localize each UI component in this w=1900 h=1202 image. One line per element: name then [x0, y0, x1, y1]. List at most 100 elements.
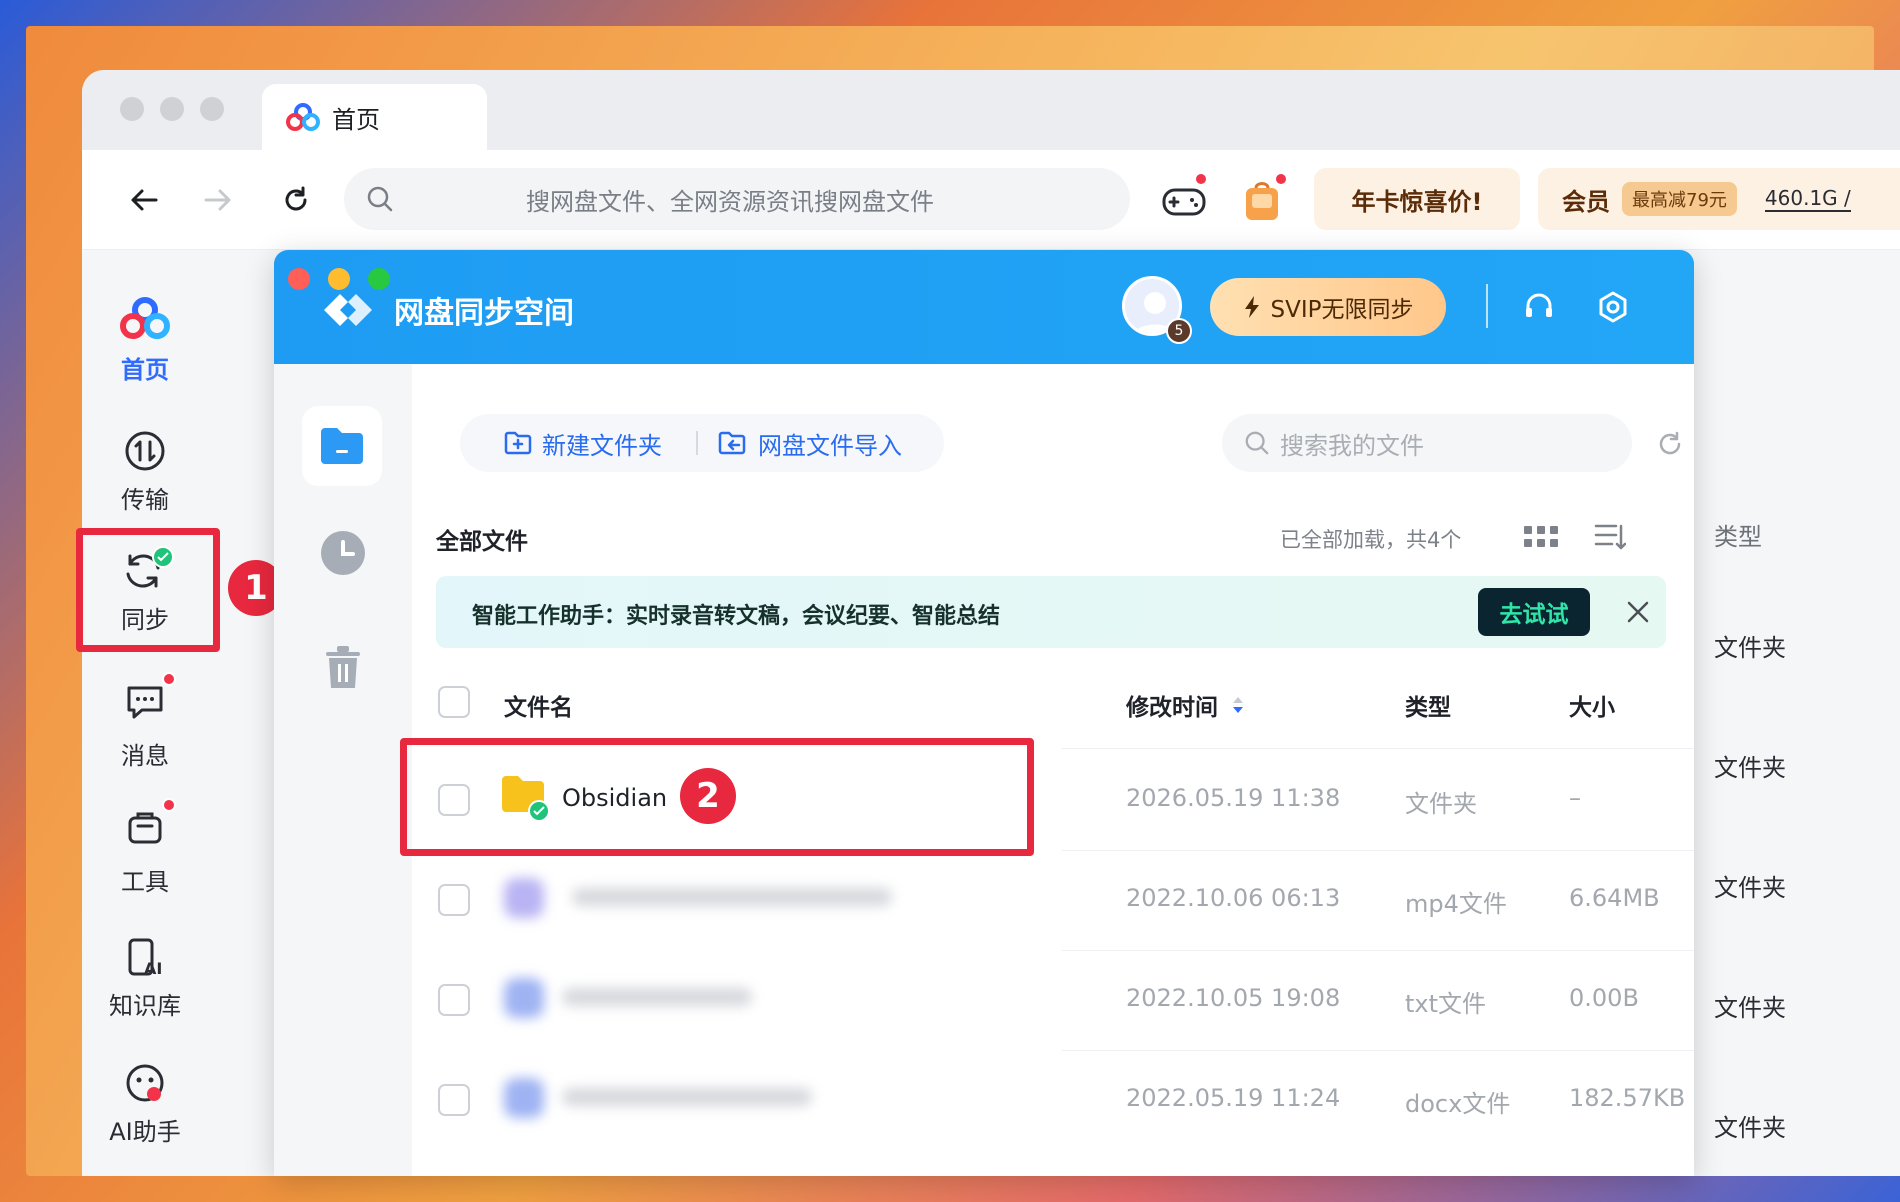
- gift-button[interactable]: [1234, 172, 1290, 228]
- load-status: 已全部加载，共4个: [1280, 528, 1462, 552]
- clock-icon: [321, 531, 365, 575]
- main-sidebar: 首页 传输 同步 消息 工具 AI 知识库 AI助手: [82, 250, 208, 1176]
- browser-toolbar: 搜网盘文件、全网资源资讯搜网盘文件 年卡惊喜价! 会员 最高减79元 460.1…: [82, 150, 1900, 250]
- blurred-file-name: [562, 988, 752, 1006]
- file-search-input[interactable]: 搜索我的文件: [1222, 414, 1632, 472]
- notification-dot: [1194, 172, 1208, 186]
- sidebar-item-label: 工具: [121, 868, 169, 896]
- column-modified[interactable]: 修改时间: [1126, 688, 1244, 722]
- file-type: 文件夹: [1405, 790, 1477, 818]
- forward-button[interactable]: [200, 182, 236, 218]
- new-folder-label: 新建文件夹: [542, 431, 662, 460]
- file-type: mp4文件: [1405, 890, 1507, 918]
- row-checkbox[interactable]: [438, 1084, 470, 1116]
- sidebar-item-knowledge[interactable]: AI 知识库: [82, 936, 208, 1021]
- sync-logo-icon: [324, 294, 372, 326]
- window-zoom-button[interactable]: [200, 97, 224, 121]
- global-search-input[interactable]: 搜网盘文件、全网资源资讯搜网盘文件: [344, 168, 1130, 230]
- assistant-banner: 智能工作助手：实时录音转文稿，会议纪要、智能总结 去试试: [436, 576, 1666, 648]
- file-type: txt文件: [1405, 990, 1487, 1018]
- action-bar: 新建文件夹 网盘文件导入: [460, 414, 944, 472]
- trash-icon: [326, 646, 360, 688]
- cloud-logo-icon: [120, 297, 170, 339]
- new-folder-button[interactable]: 新建文件夹: [504, 426, 662, 461]
- new-folder-icon: [504, 431, 532, 455]
- game-button[interactable]: [1156, 172, 1212, 228]
- toolbox-icon: [128, 812, 162, 844]
- table-row[interactable]: 2022.05.19 11:24 docx文件 182.57KB: [412, 1050, 1694, 1150]
- blurred-file-name: [572, 888, 892, 906]
- sort-icon[interactable]: [1594, 522, 1626, 552]
- svg-text:AI: AI: [144, 959, 162, 978]
- table-row[interactable]: 2022.10.06 06:13 mp4文件 6.64MB: [412, 850, 1694, 950]
- sidebar-item-ai-assistant[interactable]: AI助手: [82, 1062, 208, 1147]
- file-size: 182.57KB: [1569, 1084, 1686, 1112]
- annual-promo-label: 年卡惊喜价!: [1351, 187, 1483, 216]
- rail-files-button[interactable]: [302, 406, 382, 486]
- file-modified: 2026.05.19 11:38: [1126, 784, 1341, 812]
- row-checkbox[interactable]: [438, 884, 470, 916]
- tab-title: 首页: [332, 105, 380, 134]
- rail-trash-button[interactable]: [322, 644, 364, 694]
- annotation-number: 2: [680, 768, 736, 824]
- back-button[interactable]: [126, 182, 162, 218]
- search-icon: [1245, 431, 1269, 455]
- table-header: 文件名 修改时间 类型 大小: [412, 664, 1694, 744]
- table-row[interactable]: 2022.10.05 19:08 txt文件 0.00B: [412, 950, 1694, 1050]
- sync-minimize-button[interactable]: [328, 268, 350, 290]
- window-close-button[interactable]: [120, 97, 144, 121]
- column-size[interactable]: 大小: [1569, 688, 1615, 722]
- message-icon: [127, 686, 163, 719]
- svip-button[interactable]: SVIP无限同步: [1210, 278, 1446, 336]
- column-name[interactable]: 文件名: [504, 688, 573, 722]
- sidebar-item-tools[interactable]: 工具: [82, 798, 208, 897]
- try-button[interactable]: 去试试: [1478, 588, 1590, 636]
- vip-promo-button[interactable]: 会员 最高减79元 460.1G /: [1538, 168, 1900, 230]
- file-search-placeholder: 搜索我的文件: [1280, 431, 1424, 460]
- file-type: docx文件: [1405, 1090, 1511, 1118]
- blurred-file-icon: [504, 978, 544, 1018]
- notification-dot: [1274, 172, 1288, 186]
- refresh-icon: [285, 186, 307, 211]
- right-column-type: 文件夹: [1714, 874, 1786, 902]
- search-placeholder: 搜网盘文件、全网资源资讯搜网盘文件: [526, 187, 934, 216]
- header-divider: [1486, 284, 1488, 328]
- file-modified: 2022.10.06 06:13: [1126, 884, 1341, 912]
- sync-zoom-button[interactable]: [368, 268, 390, 290]
- notification-dot: [162, 798, 176, 812]
- headset-icon[interactable]: [1522, 290, 1556, 324]
- settings-icon[interactable]: [1596, 290, 1630, 324]
- reload-button[interactable]: [278, 182, 314, 218]
- sidebar-item-label: 首页: [121, 356, 169, 384]
- notification-dot: [162, 672, 176, 686]
- sidebar-item-messages[interactable]: 消息: [82, 672, 208, 771]
- row-checkbox[interactable]: [438, 984, 470, 1016]
- grid-view-icon[interactable]: [1524, 524, 1558, 550]
- rail-recent-button[interactable]: [320, 530, 366, 580]
- action-divider: [696, 431, 698, 455]
- tab-home[interactable]: 首页: [262, 84, 487, 150]
- sidebar-item-transfer[interactable]: 传输: [82, 430, 208, 515]
- select-all-checkbox[interactable]: [438, 686, 470, 718]
- window-minimize-button[interactable]: [160, 97, 184, 121]
- import-icon: [718, 431, 746, 455]
- sync-close-button[interactable]: [288, 268, 310, 290]
- sidebar-item-label: 传输: [121, 486, 169, 514]
- file-modified: 2022.05.19 11:24: [1126, 1084, 1341, 1112]
- annual-promo-button[interactable]: 年卡惊喜价!: [1314, 168, 1520, 230]
- storage-usage: 460.1G /: [1764, 186, 1851, 212]
- column-type[interactable]: 类型: [1405, 688, 1451, 722]
- sync-space-window: 网盘同步空间 5 SVIP无限同步 新建文件夹 网盘文件导入 搜索我的文件 全部…: [274, 250, 1694, 1176]
- banner-text: 智能工作助手：实时录音转文稿，会议纪要、智能总结: [472, 604, 1001, 629]
- sort-arrow-icon: [1233, 697, 1243, 713]
- sidebar-item-home[interactable]: 首页: [82, 296, 208, 385]
- annotation-box-sync: [76, 528, 220, 652]
- close-icon[interactable]: [1626, 600, 1650, 624]
- vip-discount-badge: 最高减79元: [1622, 182, 1737, 216]
- right-column-type: 文件夹: [1714, 1114, 1786, 1142]
- lightning-icon: [1244, 296, 1259, 318]
- import-button[interactable]: 网盘文件导入: [718, 426, 902, 461]
- refresh-icon[interactable]: [1656, 430, 1684, 458]
- column-modified-label: 修改时间: [1126, 695, 1218, 721]
- title-bar: 首页: [82, 70, 1900, 150]
